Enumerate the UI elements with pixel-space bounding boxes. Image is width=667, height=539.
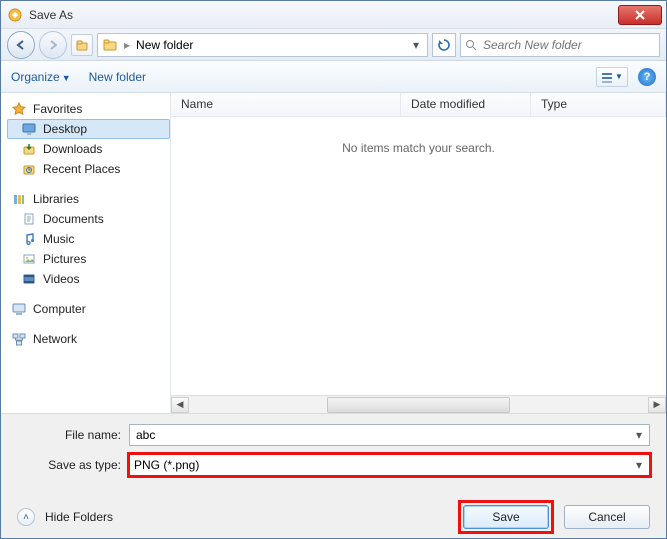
tree-computer[interactable]: Computer xyxy=(7,299,170,319)
horizontal-scrollbar[interactable]: ◀ ▶ xyxy=(171,395,666,413)
breadcrumb-segment[interactable]: New folder xyxy=(136,38,193,52)
new-folder-button[interactable]: New folder xyxy=(89,70,146,84)
documents-icon xyxy=(21,211,37,227)
search-input[interactable] xyxy=(481,37,655,53)
chevron-down-icon[interactable]: ▾ xyxy=(631,457,647,473)
save-highlight: Save xyxy=(458,500,554,534)
chevron-down-icon[interactable]: ▾ xyxy=(631,427,647,443)
dialog-footer: ˄ Hide Folders Save Cancel xyxy=(1,490,666,539)
breadcrumb-dropdown[interactable]: ▾ xyxy=(407,36,425,54)
tree-downloads[interactable]: Downloads xyxy=(7,139,170,159)
forward-button[interactable] xyxy=(39,31,67,59)
scroll-thumb[interactable] xyxy=(327,397,511,413)
save-form: File name: ▾ Save as type: PNG (*.png) ▾ xyxy=(1,413,666,490)
savetype-combobox[interactable]: PNG (*.png) ▾ xyxy=(129,454,650,476)
scroll-right-button[interactable]: ▶ xyxy=(648,397,666,413)
star-icon xyxy=(11,101,27,117)
save-as-dialog: Save As ▸ New folder ▾ xyxy=(0,0,667,539)
titlebar: Save As xyxy=(1,1,666,29)
savetype-value: PNG (*.png) xyxy=(134,458,199,472)
filename-combobox[interactable]: ▾ xyxy=(129,424,650,446)
folder-icon xyxy=(102,37,118,53)
filename-input[interactable] xyxy=(134,427,645,443)
dialog-body: Favorites Desktop Downloads Recent Place… xyxy=(1,93,666,413)
desktop-icon xyxy=(21,121,37,137)
downloads-icon xyxy=(21,141,37,157)
search-box[interactable] xyxy=(460,33,660,57)
recent-icon xyxy=(21,161,37,177)
filename-label: File name: xyxy=(17,428,121,442)
search-icon xyxy=(465,39,477,51)
help-button[interactable]: ? xyxy=(638,68,656,86)
tree-videos[interactable]: Videos xyxy=(7,269,170,289)
scroll-left-button[interactable]: ◀ xyxy=(171,397,189,413)
pictures-icon xyxy=(21,251,37,267)
hide-folders-label[interactable]: Hide Folders xyxy=(45,510,113,524)
tree-music[interactable]: Music xyxy=(7,229,170,249)
tree-libraries[interactable]: Libraries xyxy=(7,189,170,209)
music-icon xyxy=(21,231,37,247)
tree-favorites[interactable]: Favorites xyxy=(7,99,170,119)
navbar: ▸ New folder ▾ xyxy=(1,29,666,61)
cancel-button[interactable]: Cancel xyxy=(564,505,650,529)
up-button[interactable] xyxy=(71,34,93,56)
column-type[interactable]: Type xyxy=(531,93,666,116)
close-button[interactable] xyxy=(618,5,662,25)
chevron-right-icon: ▸ xyxy=(124,38,130,52)
list-view-icon xyxy=(601,71,613,83)
libraries-icon xyxy=(11,191,27,207)
view-options-button[interactable]: ▼ xyxy=(596,67,628,87)
savetype-label: Save as type: xyxy=(17,458,121,472)
videos-icon xyxy=(21,271,37,287)
breadcrumb[interactable]: ▸ New folder ▾ xyxy=(97,33,428,57)
tree-network[interactable]: Network xyxy=(7,329,170,349)
tree-recent[interactable]: Recent Places xyxy=(7,159,170,179)
scroll-track[interactable] xyxy=(189,397,648,413)
chevron-down-icon: ▼ xyxy=(62,73,71,83)
network-icon xyxy=(11,331,27,347)
organize-menu[interactable]: Organize▼ xyxy=(11,70,71,84)
chevron-down-icon: ▼ xyxy=(615,72,623,81)
save-button[interactable]: Save xyxy=(463,505,549,529)
tree-pictures[interactable]: Pictures xyxy=(7,249,170,269)
nav-tree: Favorites Desktop Downloads Recent Place… xyxy=(1,93,171,413)
column-name[interactable]: Name xyxy=(171,93,401,116)
column-headers: Name Date modified Type xyxy=(171,93,666,117)
tree-documents[interactable]: Documents xyxy=(7,209,170,229)
window-title: Save As xyxy=(29,8,618,22)
computer-icon xyxy=(11,301,27,317)
toolbar: Organize▼ New folder ▼ ? xyxy=(1,61,666,93)
column-date[interactable]: Date modified xyxy=(401,93,531,116)
tree-desktop[interactable]: Desktop xyxy=(7,119,170,139)
refresh-button[interactable] xyxy=(432,33,456,57)
app-icon xyxy=(7,7,23,23)
hide-folders-toggle[interactable]: ˄ xyxy=(17,508,35,526)
back-button[interactable] xyxy=(7,31,35,59)
file-list-area: Name Date modified Type No items match y… xyxy=(171,93,666,413)
empty-message: No items match your search. xyxy=(171,117,666,395)
